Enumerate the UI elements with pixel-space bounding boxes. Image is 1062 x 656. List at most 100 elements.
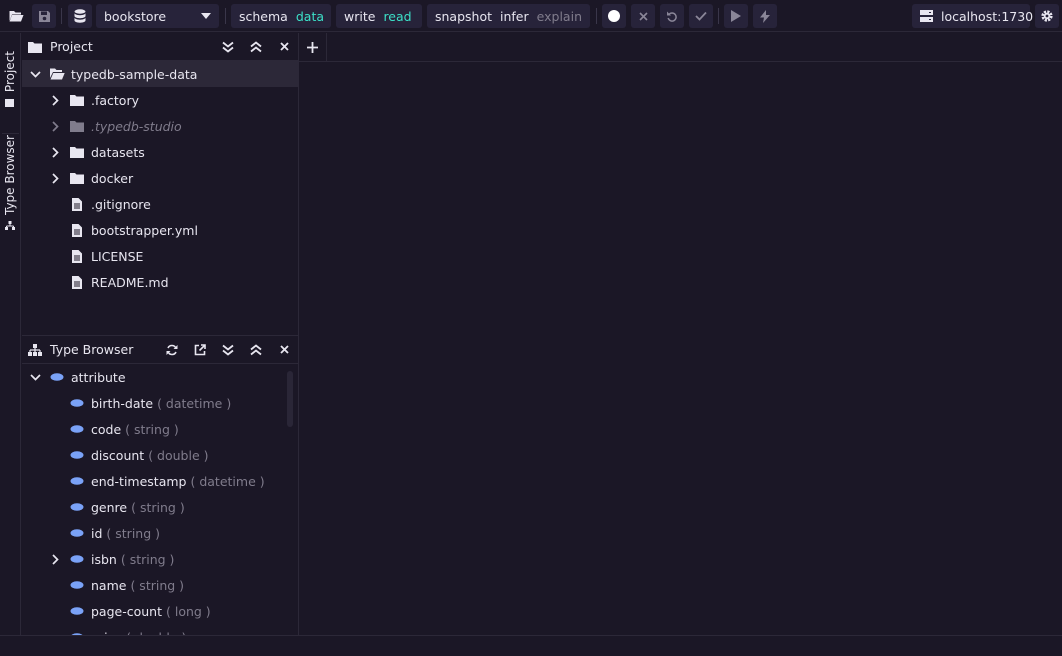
expand-all-button[interactable] [214, 33, 242, 61]
type-item[interactable]: price ( double ) [22, 624, 298, 635]
close-panel-button[interactable] [270, 33, 298, 61]
close-transaction-button[interactable] [631, 4, 655, 28]
check-icon [695, 11, 707, 21]
folder-icon [69, 92, 85, 108]
file-icon [69, 274, 85, 290]
attribute-type-icon [49, 369, 65, 385]
project-panel: Project typedb-sample-data .factory .typ… [22, 33, 298, 335]
chevron-right-icon[interactable] [47, 170, 63, 186]
type-item[interactable]: discount ( double ) [22, 442, 298, 468]
settings-button[interactable] [1035, 4, 1059, 28]
side-tab-project[interactable]: Project [0, 51, 20, 108]
folder-open-icon [49, 66, 65, 82]
chevron-down-icon[interactable] [27, 66, 43, 82]
type-item[interactable]: name ( string ) [22, 572, 298, 598]
type-root-attribute[interactable]: attribute [22, 364, 298, 390]
attribute-type-icon [69, 551, 85, 567]
attribute-type-icon [69, 473, 85, 489]
play-icon [731, 10, 741, 22]
transaction-write-option[interactable]: write [340, 9, 379, 24]
infer-option[interactable]: infer [496, 9, 533, 24]
tree-item-label: .factory [91, 92, 139, 108]
refresh-button[interactable] [158, 336, 186, 364]
database-select-value: bookstore [104, 8, 167, 24]
type-item[interactable]: genre ( string ) [22, 494, 298, 520]
type-name: code [91, 421, 122, 437]
tree-folder-datasets[interactable]: datasets [22, 139, 298, 165]
folder-icon [69, 118, 85, 134]
caret-down-icon [201, 13, 211, 19]
tree-file-gitignore[interactable]: .gitignore [22, 191, 298, 217]
value-type: ( string ) [125, 421, 179, 437]
server-icon [920, 10, 933, 22]
chevron-right-icon[interactable] [47, 144, 63, 160]
side-tab-type-browser-label: Type Browser [3, 135, 17, 216]
project-root-row[interactable]: typedb-sample-data [22, 61, 298, 87]
run-button[interactable] [724, 4, 748, 28]
rollback-button[interactable] [660, 4, 684, 28]
tree-folder-factory[interactable]: .factory [22, 87, 298, 113]
stop-signal-button[interactable] [753, 4, 777, 28]
expand-all-button[interactable] [214, 336, 242, 364]
attribute-type-icon [69, 525, 85, 541]
file-icon [69, 222, 85, 238]
save-button[interactable] [32, 4, 56, 28]
chevron-down-icon[interactable] [27, 369, 43, 385]
export-schema-button[interactable] [186, 336, 214, 364]
attribute-type-icon [69, 499, 85, 515]
type-item[interactable]: birth-date ( datetime ) [22, 390, 298, 416]
value-type: ( datetime ) [157, 395, 232, 411]
chevron-right-icon[interactable] [47, 118, 63, 134]
database-manager-button[interactable] [68, 4, 92, 28]
double-chevron-up-icon [250, 40, 262, 53]
type-item[interactable]: code ( string ) [22, 416, 298, 442]
type-name: discount [91, 447, 145, 463]
close-panel-button[interactable] [270, 336, 298, 364]
session-data-option[interactable]: data [292, 9, 328, 24]
tree-item-label: datasets [91, 144, 145, 160]
tree-file-bootstrapper[interactable]: bootstrapper.yml [22, 217, 298, 243]
bolt-icon [760, 9, 770, 23]
folder-open-icon [8, 9, 24, 23]
collapse-all-button[interactable] [242, 33, 270, 61]
side-tab-type-browser[interactable]: Type Browser [0, 135, 20, 231]
close-icon [638, 11, 648, 21]
hierarchy-icon [5, 221, 15, 231]
type-browser-title: Type Browser [50, 342, 134, 357]
transaction-status-button[interactable] [602, 4, 626, 28]
new-tab-button[interactable] [299, 33, 327, 61]
attribute-type-icon [69, 395, 85, 411]
value-type: ( double ) [148, 447, 209, 463]
explain-option[interactable]: explain [533, 9, 586, 24]
tree-file-license[interactable]: LICENSE [22, 243, 298, 269]
chevron-right-icon[interactable] [47, 551, 63, 567]
main-toolbar: bookstore schema data write read snapsho… [0, 0, 1062, 32]
type-browser-panel: Type Browser attribute birth-date (date… [22, 336, 298, 635]
type-root-label: attribute [71, 369, 126, 385]
transaction-read-option[interactable]: read [379, 9, 415, 24]
status-bar [0, 635, 1062, 656]
type-browser-scrollbar[interactable] [287, 371, 293, 427]
commit-button[interactable] [689, 4, 713, 28]
database-select[interactable]: bookstore [96, 4, 219, 28]
value-type: ( string ) [120, 551, 175, 567]
folder-icon [69, 170, 85, 186]
type-name: page-count [91, 603, 162, 619]
type-item[interactable]: isbn ( string ) [22, 546, 298, 572]
session-schema-option[interactable]: schema [235, 9, 292, 24]
server-connection-button[interactable]: localhost:1730 [912, 4, 1033, 28]
close-icon [279, 42, 289, 51]
open-project-button[interactable] [4, 4, 28, 28]
type-item[interactable]: end-timestamp ( datetime ) [22, 468, 298, 494]
type-item[interactable]: page-count ( long ) [22, 598, 298, 624]
chevron-right-icon[interactable] [47, 92, 63, 108]
collapse-all-button[interactable] [242, 336, 270, 364]
tree-folder-docker[interactable]: docker [22, 165, 298, 191]
database-icon [74, 9, 86, 23]
tree-folder-typedb-studio[interactable]: .typedb-studio [22, 113, 298, 139]
type-item[interactable]: id ( string ) [22, 520, 298, 546]
side-tab-project-label: Project [3, 51, 17, 93]
snapshot-option[interactable]: snapshot [431, 9, 496, 24]
tree-file-readme[interactable]: README.md [22, 269, 298, 295]
transaction-type-toggle: write read [336, 4, 422, 28]
